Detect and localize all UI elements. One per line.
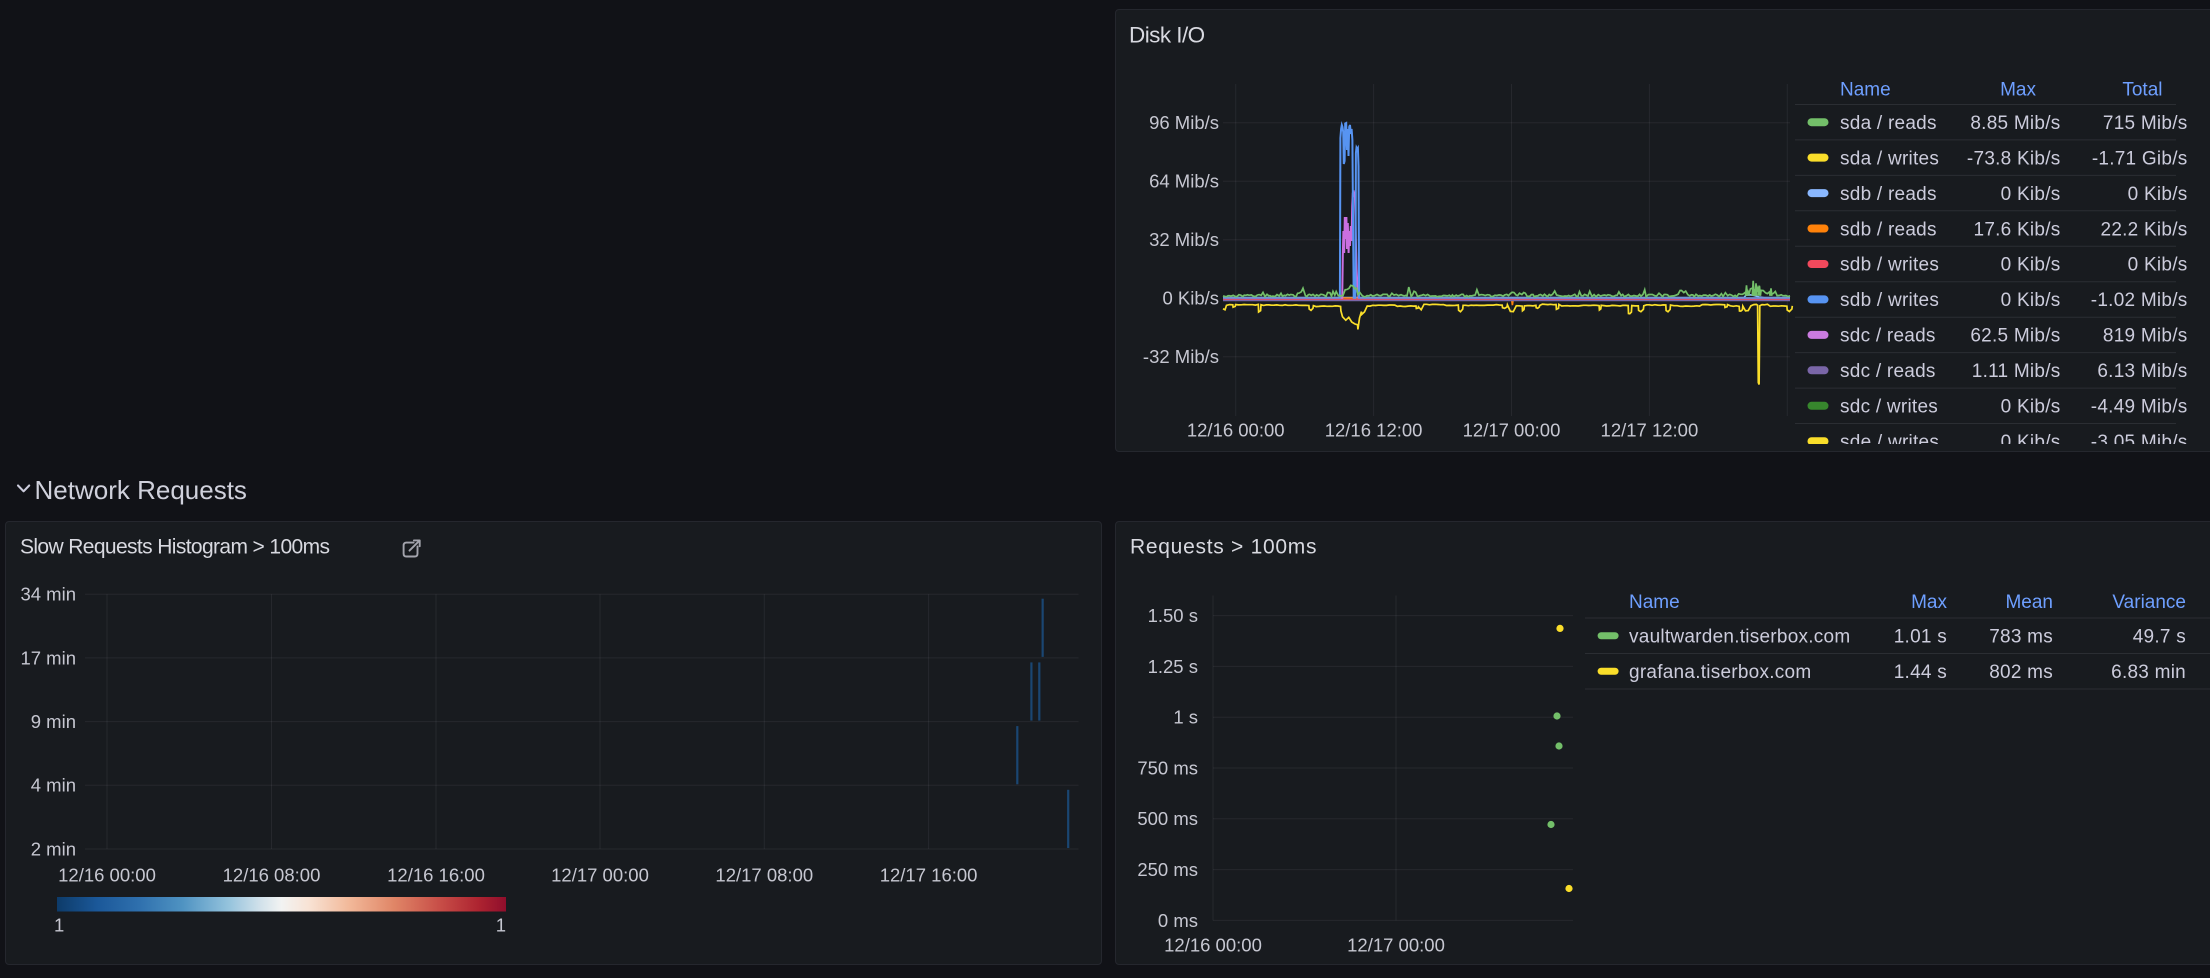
- svg-text:12/17 16:00: 12/17 16:00: [880, 864, 978, 885]
- svg-text:4 min: 4 min: [31, 775, 76, 796]
- svg-text:Total: Total: [2122, 80, 2162, 101]
- svg-text:Slow Requests Histogram > 100m: Slow Requests Histogram > 100ms: [20, 536, 329, 559]
- svg-text:750 ms: 750 ms: [1137, 757, 1198, 778]
- svg-text:1.01 s: 1.01 s: [1894, 626, 1947, 647]
- svg-text:sdc / reads: sdc / reads: [1840, 326, 1936, 347]
- svg-text:12/16 00:00: 12/16 00:00: [1164, 934, 1262, 955]
- svg-text:6.83 min: 6.83 min: [2111, 662, 2186, 683]
- svg-text:sdc / writes: sdc / writes: [1840, 397, 1938, 418]
- svg-text:17.6 Kib/s: 17.6 Kib/s: [1974, 219, 2061, 240]
- svg-text:Max: Max: [1911, 592, 1947, 613]
- svg-text:6.13 Mib/s: 6.13 Mib/s: [2097, 361, 2187, 382]
- svg-text:49.7 s: 49.7 s: [2133, 626, 2186, 647]
- svg-text:sde / writes: sde / writes: [1840, 432, 1939, 452]
- svg-text:-73.8 Kib/s: -73.8 Kib/s: [1967, 148, 2061, 169]
- svg-text:0 ms: 0 ms: [1158, 910, 1198, 931]
- svg-text:0 Kib/s: 0 Kib/s: [2001, 184, 2061, 205]
- svg-text:32 Mib/s: 32 Mib/s: [1149, 229, 1219, 250]
- svg-text:Mean: Mean: [2005, 592, 2053, 613]
- svg-text:sdb / writes: sdb / writes: [1840, 290, 1939, 311]
- svg-text:Disk I/O: Disk I/O: [1129, 23, 1205, 48]
- svg-text:12/17 12:00: 12/17 12:00: [1601, 420, 1699, 441]
- svg-text:34 min: 34 min: [20, 584, 76, 605]
- svg-text:vaultwarden.tiserbox.com: vaultwarden.tiserbox.com: [1629, 626, 1850, 647]
- svg-text:sda / reads: sda / reads: [1840, 113, 1937, 134]
- svg-text:1 s: 1 s: [1173, 707, 1198, 728]
- svg-text:0 Kib/s: 0 Kib/s: [2001, 290, 2061, 311]
- svg-text:17 min: 17 min: [20, 647, 76, 668]
- svg-text:0 Kib/s: 0 Kib/s: [1162, 288, 1219, 309]
- svg-text:819 Mib/s: 819 Mib/s: [2103, 326, 2188, 347]
- svg-text:0 Kib/s: 0 Kib/s: [2001, 432, 2061, 452]
- svg-text:62.5 Mib/s: 62.5 Mib/s: [1970, 326, 2060, 347]
- svg-text:sdb / reads: sdb / reads: [1840, 184, 1937, 205]
- svg-text:1.44 s: 1.44 s: [1894, 662, 1947, 683]
- svg-text:9 min: 9 min: [31, 711, 76, 732]
- svg-text:12/16 00:00: 12/16 00:00: [1187, 420, 1285, 441]
- svg-text:64 Mib/s: 64 Mib/s: [1149, 171, 1219, 192]
- svg-text:500 ms: 500 ms: [1137, 808, 1198, 829]
- svg-text:sdc / reads: sdc / reads: [1840, 361, 1936, 382]
- svg-text:8.85 Mib/s: 8.85 Mib/s: [1970, 113, 2060, 134]
- svg-text:12/16 00:00: 12/16 00:00: [58, 864, 156, 885]
- svg-text:sdb / writes: sdb / writes: [1840, 255, 1939, 276]
- svg-text:12/16 12:00: 12/16 12:00: [1325, 420, 1423, 441]
- svg-text:12/16 16:00: 12/16 16:00: [387, 864, 485, 885]
- svg-text:Name: Name: [1840, 80, 1891, 101]
- svg-text:2 min: 2 min: [31, 838, 76, 859]
- svg-text:12/17 00:00: 12/17 00:00: [1463, 420, 1561, 441]
- svg-text:783 ms: 783 ms: [1989, 626, 2053, 647]
- svg-text:0 Kib/s: 0 Kib/s: [2001, 255, 2061, 276]
- svg-text:-3.05 Mib/s: -3.05 Mib/s: [2091, 432, 2188, 452]
- svg-text:715 Mib/s: 715 Mib/s: [2103, 113, 2188, 134]
- svg-text:1.11 Mib/s: 1.11 Mib/s: [1972, 361, 2061, 382]
- svg-text:sda / writes: sda / writes: [1840, 148, 1939, 169]
- svg-text:Max: Max: [2000, 80, 2036, 101]
- svg-text:Name: Name: [1629, 592, 1680, 613]
- svg-text:1: 1: [54, 915, 64, 936]
- svg-text:96 Mib/s: 96 Mib/s: [1149, 112, 1219, 133]
- svg-text:802 ms: 802 ms: [1989, 662, 2053, 683]
- svg-text:12/17 08:00: 12/17 08:00: [715, 864, 813, 885]
- svg-text:Variance: Variance: [2112, 592, 2186, 613]
- svg-text:-32 Mib/s: -32 Mib/s: [1143, 346, 1219, 367]
- svg-text:12/16 08:00: 12/16 08:00: [223, 864, 321, 885]
- svg-text:1.25 s: 1.25 s: [1148, 656, 1198, 677]
- svg-text:12/17 00:00: 12/17 00:00: [1347, 934, 1445, 955]
- svg-text:0 Kib/s: 0 Kib/s: [2001, 397, 2061, 418]
- svg-text:250 ms: 250 ms: [1137, 859, 1198, 880]
- svg-text:sdb / reads: sdb / reads: [1840, 219, 1937, 240]
- svg-text:grafana.tiserbox.com: grafana.tiserbox.com: [1629, 662, 1811, 683]
- svg-text:0 Kib/s: 0 Kib/s: [2128, 184, 2188, 205]
- svg-text:12/17 00:00: 12/17 00:00: [551, 864, 649, 885]
- svg-text:1.50 s: 1.50 s: [1148, 605, 1198, 626]
- svg-text:22.2 Kib/s: 22.2 Kib/s: [2101, 219, 2188, 240]
- svg-text:Requests > 100ms: Requests > 100ms: [1130, 536, 1317, 559]
- svg-text:-1.71 Gib/s: -1.71 Gib/s: [2092, 148, 2188, 169]
- svg-text:0 Kib/s: 0 Kib/s: [2128, 255, 2188, 276]
- svg-text:-4.49 Mib/s: -4.49 Mib/s: [2091, 397, 2188, 418]
- svg-text:1: 1: [496, 915, 506, 936]
- svg-text:-1.02 Mib/s: -1.02 Mib/s: [2091, 290, 2188, 311]
